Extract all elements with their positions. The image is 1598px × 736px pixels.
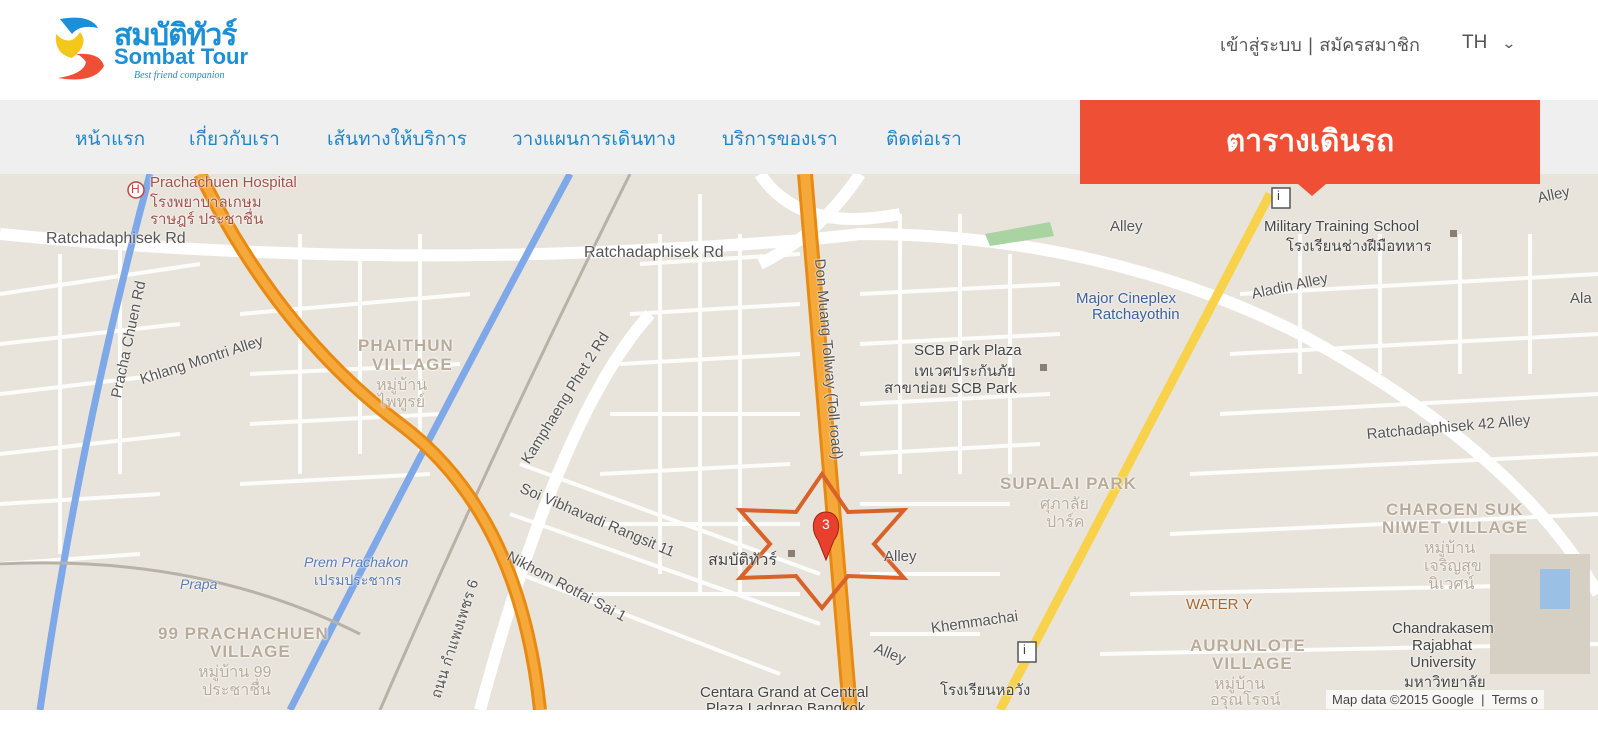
map-label: VILLAGE (1212, 654, 1293, 673)
map-label: Alley (884, 548, 917, 565)
map-label: Prapa (180, 576, 218, 592)
brand-tagline: Best friend companion (134, 70, 225, 81)
brand-name-english: Sombat Tour (114, 44, 249, 69)
map-label: ปาร์ค (1046, 514, 1085, 531)
map-label: Major Cineplex (1076, 290, 1177, 307)
map-label: สาขาย่อย SCB Park (884, 380, 1017, 397)
site-logo[interactable]: สมบัติทัวร์ Sombat Tour Best friend comp… (50, 12, 260, 84)
map-label: นิเวศน์ (1428, 576, 1475, 593)
sombat-tour-map-label[interactable]: สมบัติทัวร์ (708, 548, 777, 573)
map-marker-label: 3 (822, 516, 830, 532)
login-register-links[interactable]: เข้าสู่ระบบ | สมัครสมาชิก (1220, 30, 1420, 59)
info-icon: i (1277, 188, 1280, 203)
map-label: NIWET VILLAGE (1382, 518, 1529, 537)
map-label: Plaza Ladprao Bangkok (706, 700, 866, 710)
map-label: โรงเรียนหอวัง (940, 682, 1031, 699)
map-label: University (1410, 654, 1476, 671)
map-label: CHAROEN SUK (1386, 500, 1524, 519)
map-view[interactable]: 3 H i i สมบัติทัวร์ Prachachuen Hospital… (0, 174, 1598, 710)
map-label: PHAITHUN (358, 336, 454, 355)
map-label: เปรมประชากร (314, 572, 402, 588)
map-terms-link[interactable]: Terms o (1492, 692, 1538, 707)
map-label: 99 PRACHACHUEN (158, 624, 329, 643)
map-label: Chandrakasem (1392, 620, 1494, 637)
info-icon: i (1023, 642, 1026, 657)
nav-item-services[interactable]: บริการของเรา (722, 124, 838, 154)
map-label: Ratchadaphisek Rd (46, 230, 186, 247)
hospital-icon: H (131, 182, 140, 196)
map-label: VILLAGE (372, 355, 453, 374)
map-label: Ala (1570, 290, 1592, 307)
map-label: SUPALAI PARK (1000, 474, 1137, 493)
map-attribution[interactable]: Map data ©2015 Google | Terms o (1326, 690, 1544, 709)
map-label: Prachachuen Hospital (150, 174, 297, 191)
map-label: อรุณโรจน์ (1210, 692, 1281, 709)
language-label: TH (1462, 32, 1488, 53)
map-label: Ratchayothin (1092, 306, 1180, 323)
map-label: ไพทูรย์ (378, 394, 426, 411)
nav-item-routes[interactable]: เส้นทางให้บริการ (327, 124, 467, 154)
map-label: VILLAGE (210, 642, 291, 661)
map-label: SCB Park Plaza (914, 342, 1022, 359)
map-label: Ratchadaphisek Rd (584, 244, 724, 261)
language-selector[interactable]: TH ⌄ (1462, 32, 1517, 54)
schedule-button[interactable]: ตารางเดินรถ (1080, 100, 1540, 196)
map-label: ประชาชื่น (202, 682, 271, 699)
logo-mark-icon (55, 17, 104, 80)
nav-item-trip-planner[interactable]: วางแผนการเดินทาง (512, 124, 676, 154)
nav-item-home[interactable]: หน้าแรก (75, 124, 145, 154)
map-label: Prem Prachakon (304, 554, 409, 570)
nav-item-contact[interactable]: ติดต่อเรา (886, 124, 962, 154)
schedule-button-label: ตารางเดินรถ (1225, 124, 1395, 159)
nav-item-about[interactable]: เกี่ยวกับเรา (189, 124, 280, 154)
map-label: Centara Grand at Central (700, 684, 869, 701)
schedule-pointer (1298, 184, 1326, 196)
map-label: ราษฎร์ ประชาชื่น (150, 211, 264, 228)
map-label: WATER Y (1186, 596, 1253, 613)
map-label: AURUNLOTE (1190, 636, 1306, 655)
site-header: สมบัติทัวร์ Sombat Tour Best friend comp… (0, 0, 1598, 100)
map-label: โรงเรียนช่างฝีมือทหาร (1286, 238, 1432, 255)
chevron-down-icon: ⌄ (1501, 35, 1517, 51)
map-label: Rajabhat (1412, 637, 1473, 654)
map-data-credit: Map data ©2015 Google (1332, 692, 1474, 707)
map-label: Military Training School (1264, 218, 1420, 235)
page-bottom-strip (0, 710, 1598, 736)
map-label: Alley (1110, 218, 1143, 235)
